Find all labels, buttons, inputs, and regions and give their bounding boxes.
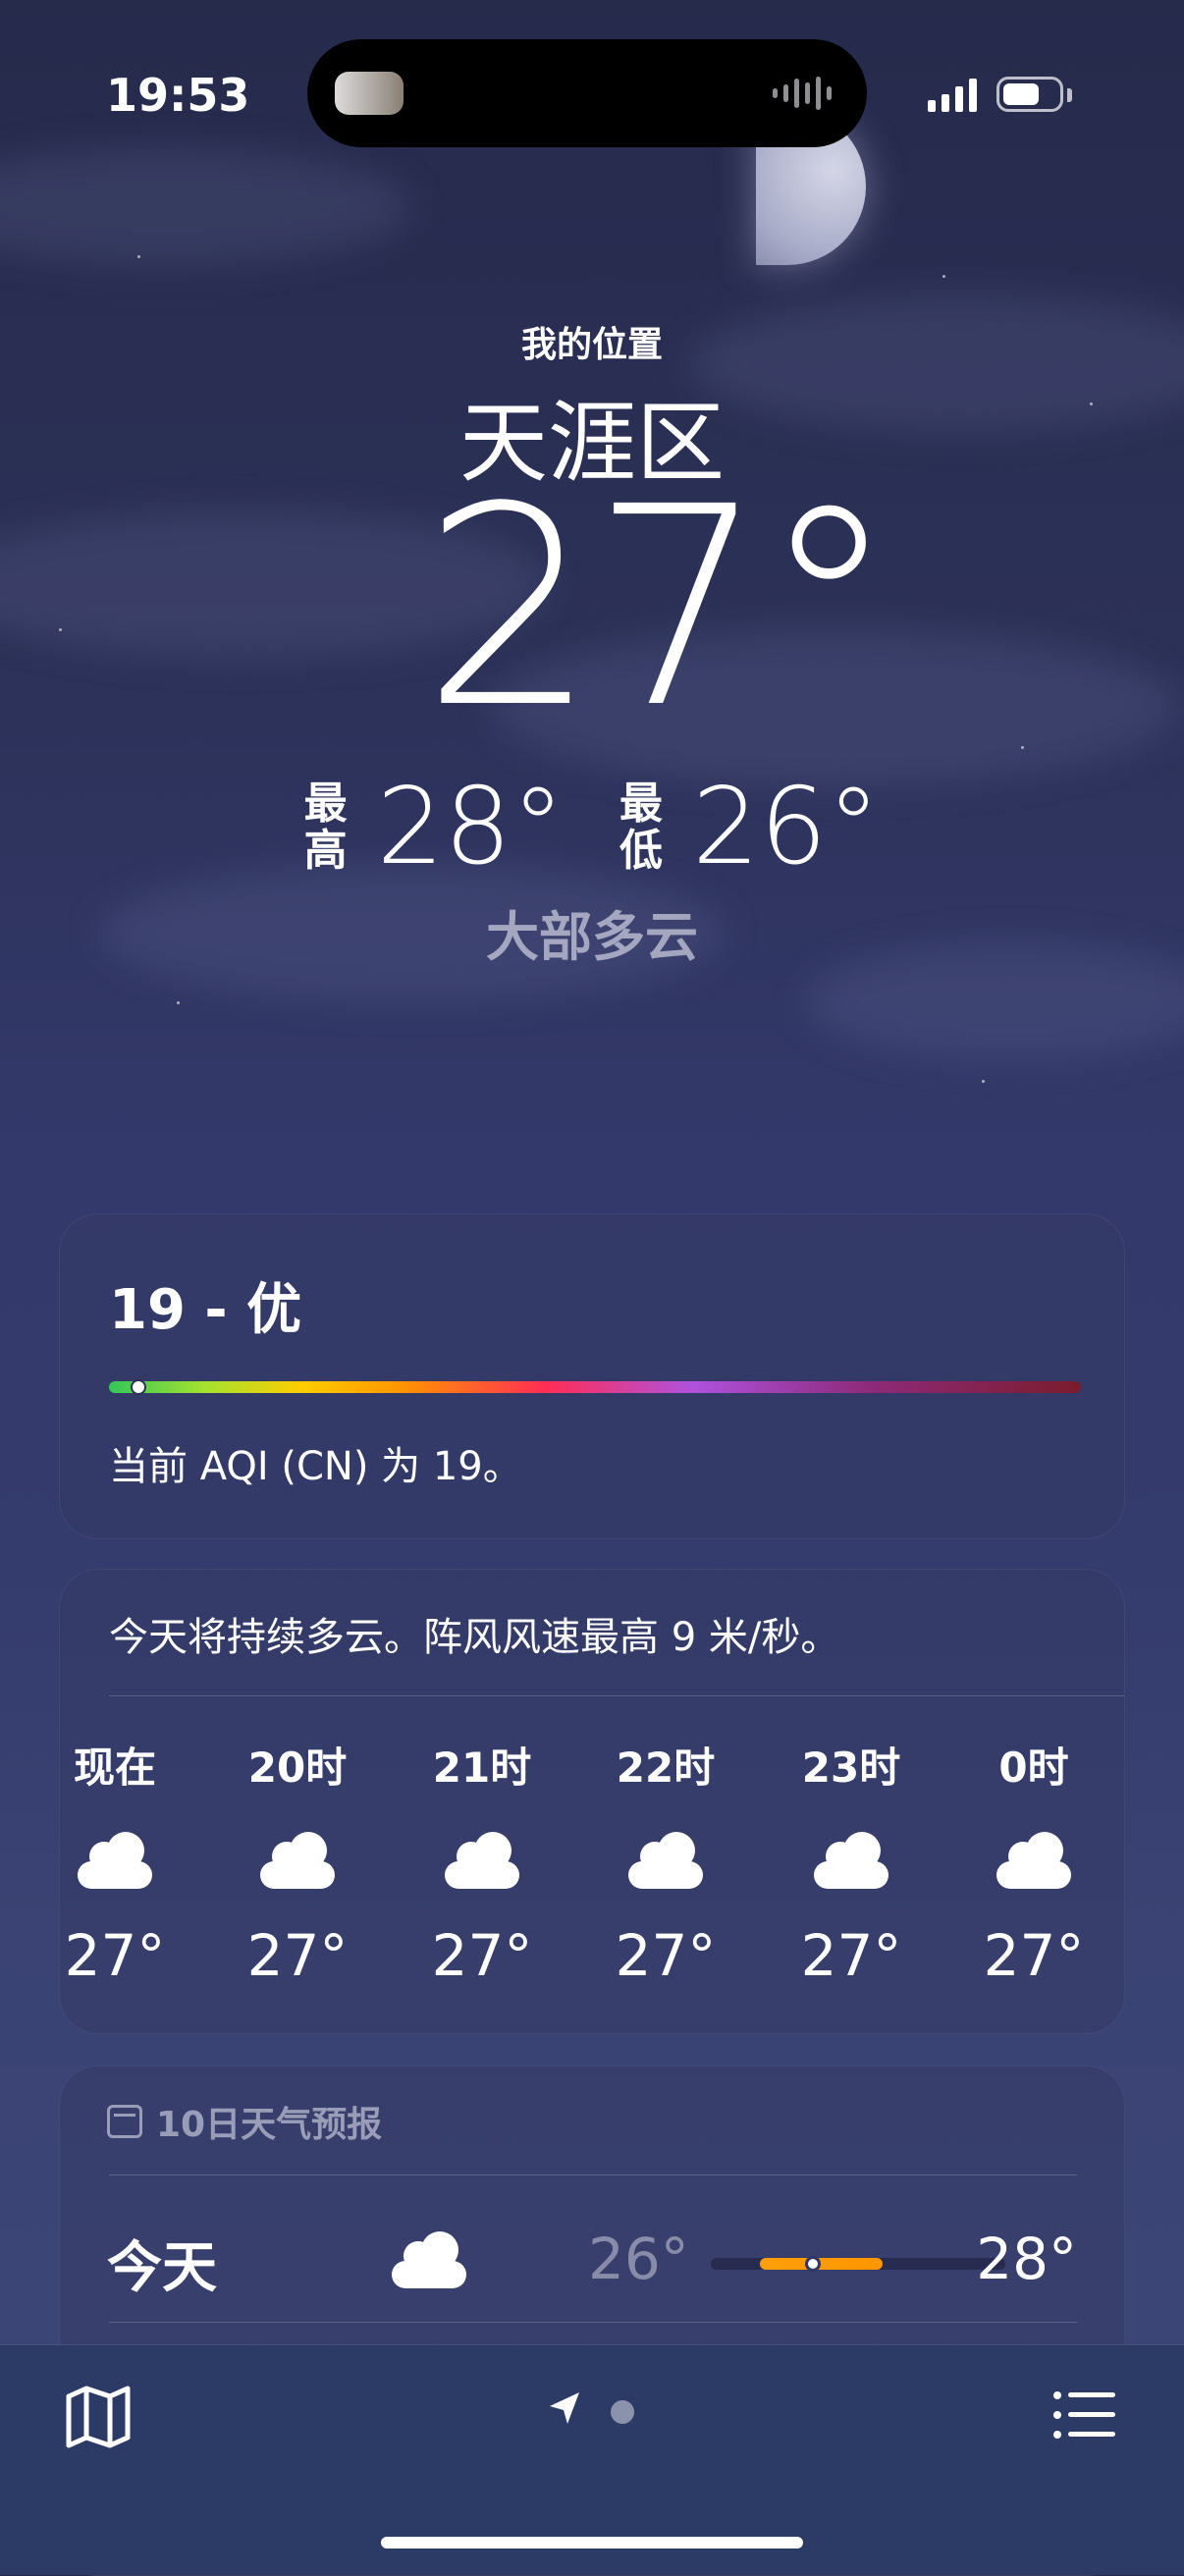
temperature-range-fill <box>760 2258 883 2270</box>
location-arrow-icon[interactable] <box>546 2388 583 2428</box>
aqi-card[interactable]: 19 - 优 当前 AQI (CN) 为 19。 <box>59 1213 1125 1539</box>
hour-temp: 27° <box>800 1922 902 1989</box>
forecast-header: 10日天气预报 <box>107 2096 382 2147</box>
now-playing-thumbnail[interactable] <box>335 72 404 115</box>
hour-time: 20时 <box>247 1744 348 1792</box>
forecast-high: 28° <box>976 2226 1077 2292</box>
hourly-forecast-card[interactable]: 今天将持续多云。阵风风速最高 9 米/秒。 现在 27° 20时 27° 21时… <box>59 1569 1125 2034</box>
map-icon[interactable] <box>65 2385 132 2449</box>
hour-item[interactable]: 20时 27° <box>219 1735 376 1989</box>
high-temperature: 28° <box>376 766 565 888</box>
hour-item[interactable]: 0时 27° <box>955 1735 1112 1989</box>
cloud-icon <box>260 1832 335 1889</box>
current-temp-marker <box>805 2256 821 2272</box>
hour-time: 现在 <box>73 1744 156 1792</box>
cellular-signal-icon <box>928 77 977 112</box>
dynamic-island[interactable] <box>307 39 867 147</box>
audio-wave-icon <box>773 74 832 113</box>
high-label-text: 最高 <box>303 778 348 876</box>
forecast-row[interactable]: 今天 26° 28° <box>107 2214 1077 2312</box>
forecast-low: 26° <box>588 2226 689 2292</box>
forecast-day: 今天 <box>107 2236 217 2300</box>
status-time: 19:53 <box>106 69 250 122</box>
aqi-indicator <box>130 1379 146 1395</box>
divider <box>109 2322 1077 2323</box>
hour-temp: 27° <box>615 1922 717 1989</box>
aqi-scale-bar <box>109 1379 1081 1395</box>
hour-item[interactable]: 23时 27° <box>773 1735 930 1989</box>
low-label-text: 最低 <box>619 778 663 876</box>
hour-temp: 27° <box>246 1922 349 1989</box>
low-temperature: 26° <box>692 766 881 888</box>
temperature-range-bar <box>711 2256 1005 2272</box>
hour-item[interactable]: 21时 27° <box>404 1735 561 1989</box>
list-icon[interactable] <box>1052 2390 1117 2440</box>
forecast-title: 10日天气预报 <box>156 2105 383 2145</box>
hour-time: 22时 <box>616 1744 716 1792</box>
current-temperature: 27° <box>422 449 897 769</box>
hour-item[interactable]: 22时 27° <box>587 1735 744 1989</box>
home-indicator[interactable] <box>381 2537 803 2549</box>
high-label: 最高 <box>303 778 351 876</box>
battery-icon <box>996 77 1063 112</box>
hour-item[interactable]: 现在 27° <box>36 1735 193 1989</box>
cloud-icon <box>628 1832 703 1889</box>
cloud-icon <box>996 1832 1071 1889</box>
hourly-summary: 今天将持续多云。阵风风速最高 9 米/秒。 <box>109 1615 840 1660</box>
low-label: 最低 <box>619 778 667 876</box>
cloud-icon <box>78 1832 152 1889</box>
divider <box>109 2174 1077 2175</box>
divider <box>109 1695 1124 1696</box>
cloud-icon <box>814 1832 888 1889</box>
hour-time: 0时 <box>998 1744 1069 1792</box>
hour-time: 21时 <box>432 1744 532 1792</box>
page-dot[interactable] <box>611 2400 634 2424</box>
location-label: 我的位置 <box>520 325 663 365</box>
hour-temp: 27° <box>431 1922 533 1989</box>
calendar-icon <box>107 2105 142 2138</box>
weather-condition: 大部多云 <box>486 906 698 968</box>
high-low-row: 最高 28° 最低 26° <box>0 766 1184 888</box>
aqi-description: 当前 AQI (CN) 为 19。 <box>109 1444 522 1489</box>
aqi-value: 19 - 优 <box>109 1278 302 1342</box>
hour-time: 23时 <box>801 1744 901 1792</box>
hour-temp: 27° <box>983 1922 1085 1989</box>
cloud-icon <box>392 2231 466 2288</box>
hour-temp: 27° <box>64 1922 166 1989</box>
cloud-icon <box>445 1832 519 1889</box>
